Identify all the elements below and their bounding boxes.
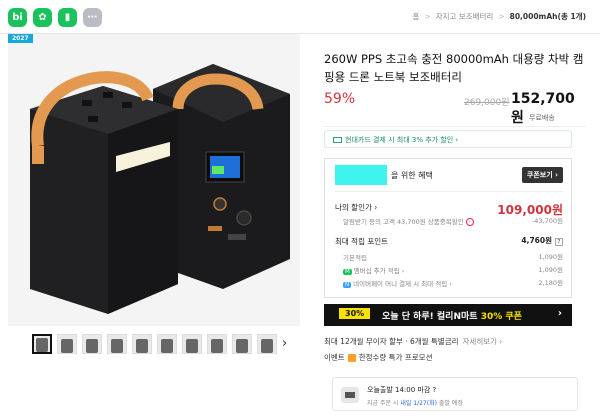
thumbnail[interactable] <box>157 334 177 354</box>
benefit-header: 을 위한 혜택 쿠폰보기 › <box>335 165 563 185</box>
discount-detail-row: 알림받기 등의 고객 43,700원 상품중복할인 › -43,700원 <box>335 215 563 229</box>
membership-icon: M <box>343 269 352 275</box>
installment-info: 최대 12개월 무이자 할부 · 6개월 특별금리 자세히보기 › <box>324 337 503 346</box>
naverpay-icon: N <box>343 282 352 288</box>
divider <box>324 126 586 127</box>
max-points-row: 최대 적립 포인트 4,760원? <box>335 235 563 249</box>
points-row-value: 2,180원 <box>538 279 563 287</box>
event-info: 이벤트 한정수량 특가 프로모션 <box>324 352 432 363</box>
my-discount-label[interactable]: 나의 할인가 › <box>335 202 377 213</box>
divider <box>335 191 563 192</box>
thumbnail[interactable] <box>132 334 152 354</box>
thumbnail[interactable] <box>82 334 102 354</box>
delivery-box: 오늘출발 14:00 마감 ? 지금 주문 시 내일 1/27(화) 출발 예정 <box>332 377 578 411</box>
thumbnail-strip <box>32 334 292 360</box>
points-row: 기본적립 1,090원 <box>335 251 563 265</box>
breadcrumb-category[interactable]: 자지고 보조배터리 <box>436 11 494 22</box>
thumbnail[interactable] <box>182 334 202 354</box>
discount-detail-label: 알림받기 등의 고객 43,700원 상품중복할인 › <box>343 216 474 226</box>
bookmark-icon[interactable]: ▮ <box>58 8 77 27</box>
points-row: M 멤버십 추가 적립 › 1,090원 <box>335 264 563 278</box>
product-title: 260W PPS 초고속 충전 80000mAh 대용량 차박 캠핑용 드론 노… <box>324 52 584 84</box>
breadcrumb-home[interactable]: 홈 <box>413 11 420 22</box>
credit-card-icon <box>333 137 342 143</box>
discount-rate: 59% <box>324 91 356 107</box>
promo-percent-badge: 30% <box>339 308 371 319</box>
my-discount-row: 나의 할인가 › 109,000원 <box>335 201 563 217</box>
info-icon[interactable]: › <box>465 218 474 226</box>
more-details-link[interactable]: 자세히보기 › <box>463 337 503 346</box>
points-row-label[interactable]: N 네이버페이 머니 결제 시 최대 적립 › <box>343 278 452 288</box>
event-text[interactable]: 한정수량 특가 프로모션 <box>359 353 433 362</box>
truck-icon <box>341 387 359 403</box>
thumbnail-next-icon[interactable]: › <box>282 336 287 351</box>
store-icon[interactable]: ✿ <box>33 8 52 27</box>
brand-icon[interactable]: bi <box>8 8 27 27</box>
power-bank-illustration <box>8 34 300 326</box>
thumbnail[interactable] <box>57 334 77 354</box>
coupon-view-button[interactable]: 쿠폰보기 › <box>521 167 563 183</box>
benefit-title: 을 위한 혜택 <box>391 171 433 180</box>
thumbnail[interactable] <box>32 334 52 354</box>
price-row: 59% 269,000원 152,700원 <box>324 91 586 126</box>
chevron-right-icon: › <box>557 308 562 319</box>
points-row-value: 1,090원 <box>538 253 563 261</box>
delivery-cutoff: 오늘출발 14:00 마감 ? <box>367 386 437 394</box>
original-price: 269,000원 <box>464 98 510 108</box>
thumbnail[interactable] <box>232 334 252 354</box>
card-promo-text: 현대카드 결제 시 최대 3% 추가 할인 › <box>345 136 459 144</box>
thumbnail[interactable] <box>207 334 227 354</box>
product-main-image[interactable]: 2027 <box>8 34 300 326</box>
card-promo-banner[interactable]: 현대카드 결제 시 최대 3% 추가 할인 › <box>324 130 572 148</box>
points-row-label[interactable]: M 멤버십 추가 적립 › <box>343 265 404 275</box>
thumbnail[interactable] <box>257 334 277 354</box>
max-points-label: 최대 적립 포인트 <box>335 237 389 246</box>
benefit-panel: 을 위한 혜택 쿠폰보기 › 나의 할인가 › 109,000원 알림받기 등의… <box>324 158 572 298</box>
more-icon[interactable]: ⋯ <box>83 8 102 27</box>
breadcrumb: 홈 > 자지고 보조배터리 > 80,000mAh(총 1개) <box>413 11 586 22</box>
discount-detail-value: -43,700원 <box>531 217 563 225</box>
event-label: 이벤트 <box>324 353 345 362</box>
redacted-username <box>335 165 387 185</box>
gift-icon <box>347 354 356 362</box>
points-row: N 네이버페이 머니 결제 시 최대 적립 › 2,180원 <box>335 277 563 291</box>
breadcrumb-separator: > <box>498 12 505 21</box>
points-row-label: 기본적립 <box>343 254 367 262</box>
breadcrumb-separator: > <box>424 12 431 21</box>
thumbnail[interactable] <box>107 334 127 354</box>
help-icon[interactable]: ? <box>555 238 563 246</box>
breadcrumb-current[interactable]: 80,000mAh(총 1개) <box>510 11 586 22</box>
promo-banner[interactable]: 30% 오늘 단 하루! 컬리N마트 30% 쿠폰 › <box>324 304 572 326</box>
max-points-value: 4,760원? <box>521 235 563 246</box>
promo-text: 오늘 단 하루! 컬리N마트 30% 쿠폰 <box>382 312 522 322</box>
top-icon-group: bi ✿ ▮ ⋯ <box>8 8 102 27</box>
points-row-value: 1,090원 <box>538 266 563 274</box>
delivery-estimate: 지금 주문 시 내일 1/27(화) 출발 예정 <box>367 400 463 407</box>
top-bar: bi ✿ ▮ ⋯ 홈 > 자지고 보조배터리 > 80,000mAh(총 1개) <box>0 0 600 34</box>
shipping-info: 무료배송 <box>529 114 555 122</box>
image-badge: 2027 <box>8 34 33 43</box>
